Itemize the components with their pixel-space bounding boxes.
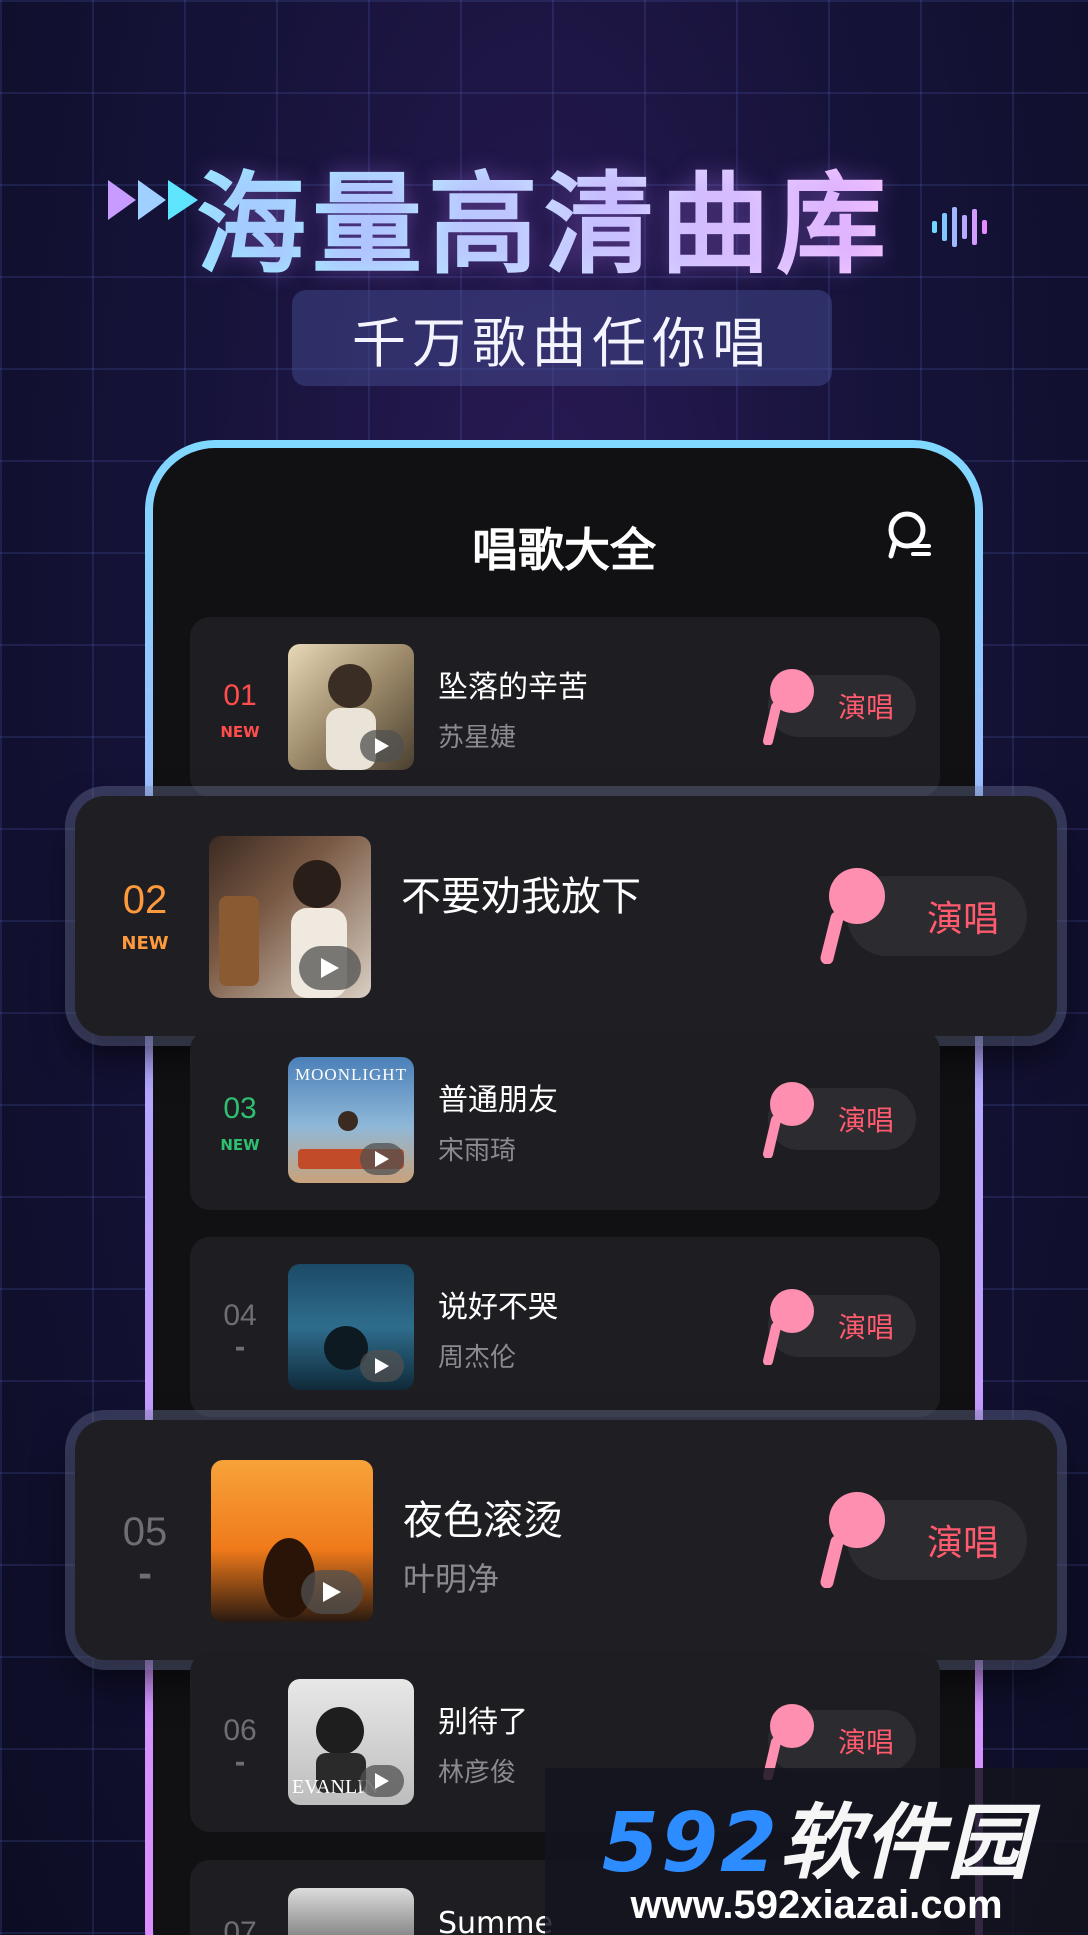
artist-name: 宋雨琦 — [438, 1136, 517, 1166]
album-cover[interactable] — [288, 644, 414, 770]
play-icon[interactable] — [301, 1570, 363, 1614]
rank-number: 05 — [122, 1510, 168, 1554]
artist-name: 苏星婕 — [438, 723, 517, 753]
new-tag: NEW — [220, 1136, 260, 1154]
album-cover[interactable] — [288, 1264, 414, 1390]
sing-button-label: 演唱 — [926, 899, 999, 940]
new-tag: NEW — [121, 933, 169, 954]
play-icon[interactable] — [360, 730, 404, 762]
microphone-icon — [763, 1082, 814, 1158]
artist-name: 周杰伦 — [438, 1343, 517, 1373]
sing-button-label: 演唱 — [926, 1523, 999, 1564]
song-title: 别待了 — [438, 1705, 528, 1740]
sing-button-label: 演唱 — [837, 1726, 894, 1759]
watermark: 592软件园 www.592xiazai.com — [545, 1768, 1088, 1935]
rank-block: 07 — [190, 1916, 290, 1935]
song-title: 说好不哭 — [438, 1290, 558, 1325]
rank-block: 03 NEW — [190, 1092, 290, 1154]
microphone-icon — [820, 1492, 885, 1588]
watermark-number: 592 — [601, 1796, 780, 1891]
watermark-url: www.592xiazai.com — [630, 1883, 1003, 1927]
app-title: 唱歌大全 — [472, 523, 656, 577]
artist-name: 林彦俊 — [438, 1758, 517, 1788]
cover-text: MOONLIGHT — [295, 1065, 407, 1084]
hero-title: 海量高清曲库 — [0, 135, 1088, 295]
rank-number: 06 — [223, 1714, 257, 1747]
rank-change: - — [234, 1748, 246, 1778]
rank-change: - — [137, 1555, 153, 1595]
watermark-logo: 592软件园 — [545, 1776, 1088, 1895]
play-icon[interactable] — [360, 1350, 404, 1382]
karaoke-mic-icon[interactable] — [887, 510, 933, 562]
song-row-5[interactable]: 05 - 夜色滚烫 叶明净 演唱 — [75, 1420, 1057, 1660]
song-row-2[interactable]: 02 NEW 不要劝我放下 演唱 — [75, 796, 1057, 1036]
rank-block: 01 NEW — [190, 679, 290, 741]
rank-block: 06 - — [190, 1714, 290, 1778]
microphone-icon — [763, 669, 814, 745]
sound-wave-icon — [932, 207, 987, 247]
artist-name: 叶明净 — [403, 1560, 500, 1598]
rank-number: 03 — [223, 1092, 257, 1125]
sing-button-label: 演唱 — [837, 1311, 894, 1344]
song-row-1[interactable]: 01 NEW 坠落的辛苦 苏星婕 演唱 — [190, 617, 940, 797]
song-row-4[interactable]: 04 - 说好不哭 周杰伦 演唱 — [190, 1237, 940, 1417]
rank-change: - — [234, 1333, 246, 1363]
rank-number: 07 — [223, 1916, 257, 1935]
sing-button-label: 演唱 — [837, 691, 894, 724]
new-tag: NEW — [220, 723, 260, 741]
song-title: 普通朋友 — [438, 1083, 558, 1118]
rank-block: 04 - — [190, 1299, 290, 1363]
rank-number: 04 — [223, 1299, 257, 1332]
hero-subtitle: 千万歌曲任你唱 — [292, 290, 832, 386]
rank-number: 02 — [122, 878, 168, 922]
microphone-icon — [763, 1289, 814, 1365]
album-cover[interactable] — [288, 1888, 414, 1935]
play-icon[interactable] — [360, 1765, 404, 1797]
song-title: Summe — [438, 1906, 553, 1935]
song-row-3[interactable]: 03 NEW MOONLIGHT 普通朋友 宋雨琦 演唱 — [190, 1030, 940, 1210]
microphone-icon — [820, 868, 885, 964]
album-cover[interactable]: MOONLIGHT — [288, 1057, 414, 1183]
album-cover[interactable] — [209, 836, 371, 998]
song-title: 夜色滚烫 — [403, 1498, 563, 1544]
song-title: 坠落的辛苦 — [438, 670, 588, 705]
album-cover[interactable]: EVANLIN — [288, 1679, 414, 1805]
song-title: 不要劝我放下 — [401, 874, 641, 920]
play-icon[interactable] — [360, 1143, 404, 1175]
sing-button-label: 演唱 — [837, 1104, 894, 1137]
rank-number: 01 — [223, 679, 257, 712]
rank-block: 05 - — [75, 1510, 215, 1595]
album-cover[interactable] — [211, 1460, 373, 1622]
watermark-text: 软件园 — [779, 1796, 1032, 1891]
play-icon[interactable] — [299, 946, 361, 990]
rank-block: 02 NEW — [75, 878, 215, 954]
